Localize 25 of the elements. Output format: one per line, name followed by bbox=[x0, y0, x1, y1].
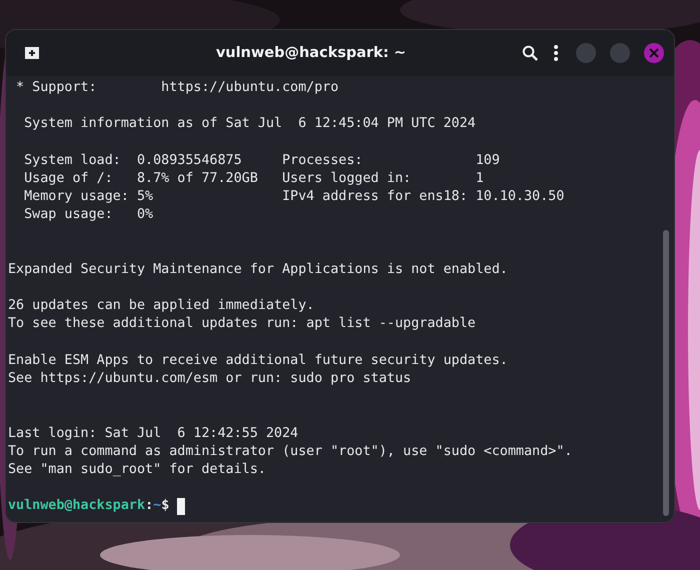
terminal-line: To see these additional updates run: apt list --upgradable bbox=[8, 315, 476, 334]
close-button[interactable] bbox=[644, 43, 664, 63]
minimize-button[interactable] bbox=[576, 43, 596, 63]
terminal-line: To run a command as administrator (user "root"), use "sudo <command>". bbox=[8, 442, 572, 461]
terminal-line: Last login: Sat Jul 6 12:42:55 2024 bbox=[8, 424, 298, 443]
prompt-user-host: vulnweb@hackspark bbox=[8, 497, 146, 516]
terminal-line: Memory usage: 5% IPv4 address for ens18: 10.10.30.50 bbox=[23, 188, 564, 206]
terminal-line: See https://ubuntu.com/esm or run: sudo pro status bbox=[8, 370, 412, 388]
prompt-symbol: $ bbox=[161, 497, 170, 516]
text-cursor bbox=[177, 498, 186, 515]
terminal-line: Expanded Security Maintenance for Applications is not enabled. bbox=[8, 260, 508, 279]
terminal-line: Enable ESM Apps to receive additional future security updates. bbox=[8, 352, 508, 370]
terminal-line: Swap usage: 0% bbox=[23, 206, 154, 224]
terminal-line: Usage of /: 8.7% of 77.20GB Users logged in: 1 bbox=[23, 170, 484, 188]
terminal-line: System load: 0.08935546875 Processes: 109 bbox=[23, 152, 500, 170]
terminal-line: See "man sudo_root" for details. bbox=[8, 460, 266, 479]
maximize-button[interactable] bbox=[610, 43, 630, 63]
scrollbar-thumb[interactable] bbox=[663, 230, 669, 516]
terminal-line: * Support: https://ubuntu.com/pro bbox=[15, 79, 339, 97]
prompt-separator: : bbox=[145, 497, 154, 516]
terminal-line: System information as of Sat Jul 6 12:45:04 PM UTC 2024 bbox=[23, 115, 476, 134]
prompt-path: ~ bbox=[153, 497, 162, 516]
window-title: vulnweb@hackspark: ~ bbox=[214, 45, 408, 61]
terminal-line: 26 updates can be applied immediately. bbox=[8, 297, 314, 316]
close-icon bbox=[649, 48, 659, 58]
